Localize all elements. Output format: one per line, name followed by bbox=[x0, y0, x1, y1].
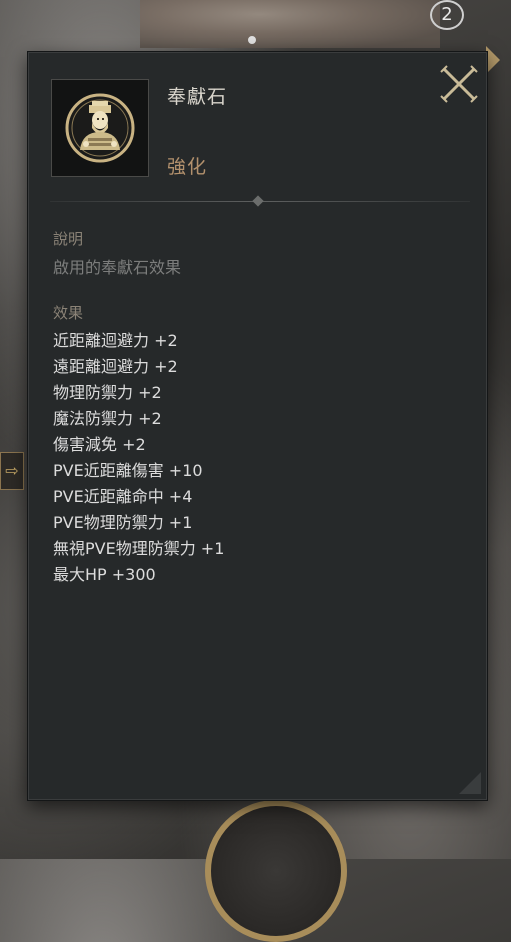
background-medallion bbox=[205, 800, 347, 942]
side-arrow-icon[interactable]: ⇨ bbox=[0, 452, 24, 490]
panel-corner-ornament bbox=[459, 772, 481, 794]
effect-item: 傷害減免 +2 bbox=[53, 435, 146, 454]
effect-item: 近距離迴避力 +2 bbox=[53, 331, 178, 350]
effect-item: PVE近距離傷害 +10 bbox=[53, 461, 203, 480]
item-icon-frame bbox=[51, 79, 149, 177]
map-marker-icon bbox=[248, 36, 256, 44]
background-counter-badge: 2 bbox=[430, 0, 464, 30]
description-heading: 說明 bbox=[53, 230, 84, 248]
effect-item: PVE物理防禦力 +1 bbox=[53, 513, 193, 532]
effect-item: 無視PVE物理防禦力 +1 bbox=[53, 539, 225, 558]
item-category: 強化 bbox=[167, 156, 208, 178]
divider-ornament bbox=[252, 195, 264, 207]
arrow-right-icon[interactable] bbox=[486, 46, 500, 74]
effect-item: PVE近距離命中 +4 bbox=[53, 487, 193, 506]
effect-item: 遠距離迴避力 +2 bbox=[53, 357, 178, 376]
effects-heading: 效果 bbox=[53, 304, 84, 322]
effects-list: 近距離迴避力 +2 遠距離迴避力 +2 物理防禦力 +2 魔法防禦力 +2 傷害… bbox=[53, 328, 224, 588]
background-map bbox=[140, 0, 440, 48]
effect-item: 物理防禦力 +2 bbox=[53, 383, 162, 402]
effect-item: 最大HP +300 bbox=[53, 565, 156, 584]
priest-figure-icon bbox=[65, 93, 135, 163]
description-text: 啟用的奉獻石效果 bbox=[53, 258, 182, 277]
item-name: 奉獻石 bbox=[167, 86, 228, 108]
close-icon[interactable] bbox=[438, 63, 480, 105]
item-tooltip-panel: 奉獻石 強化 說明 啟用的奉獻石效果 效果 近距離迴避力 +2 遠距離迴避力 +… bbox=[27, 51, 488, 801]
effect-item: 魔法防禦力 +2 bbox=[53, 409, 162, 428]
